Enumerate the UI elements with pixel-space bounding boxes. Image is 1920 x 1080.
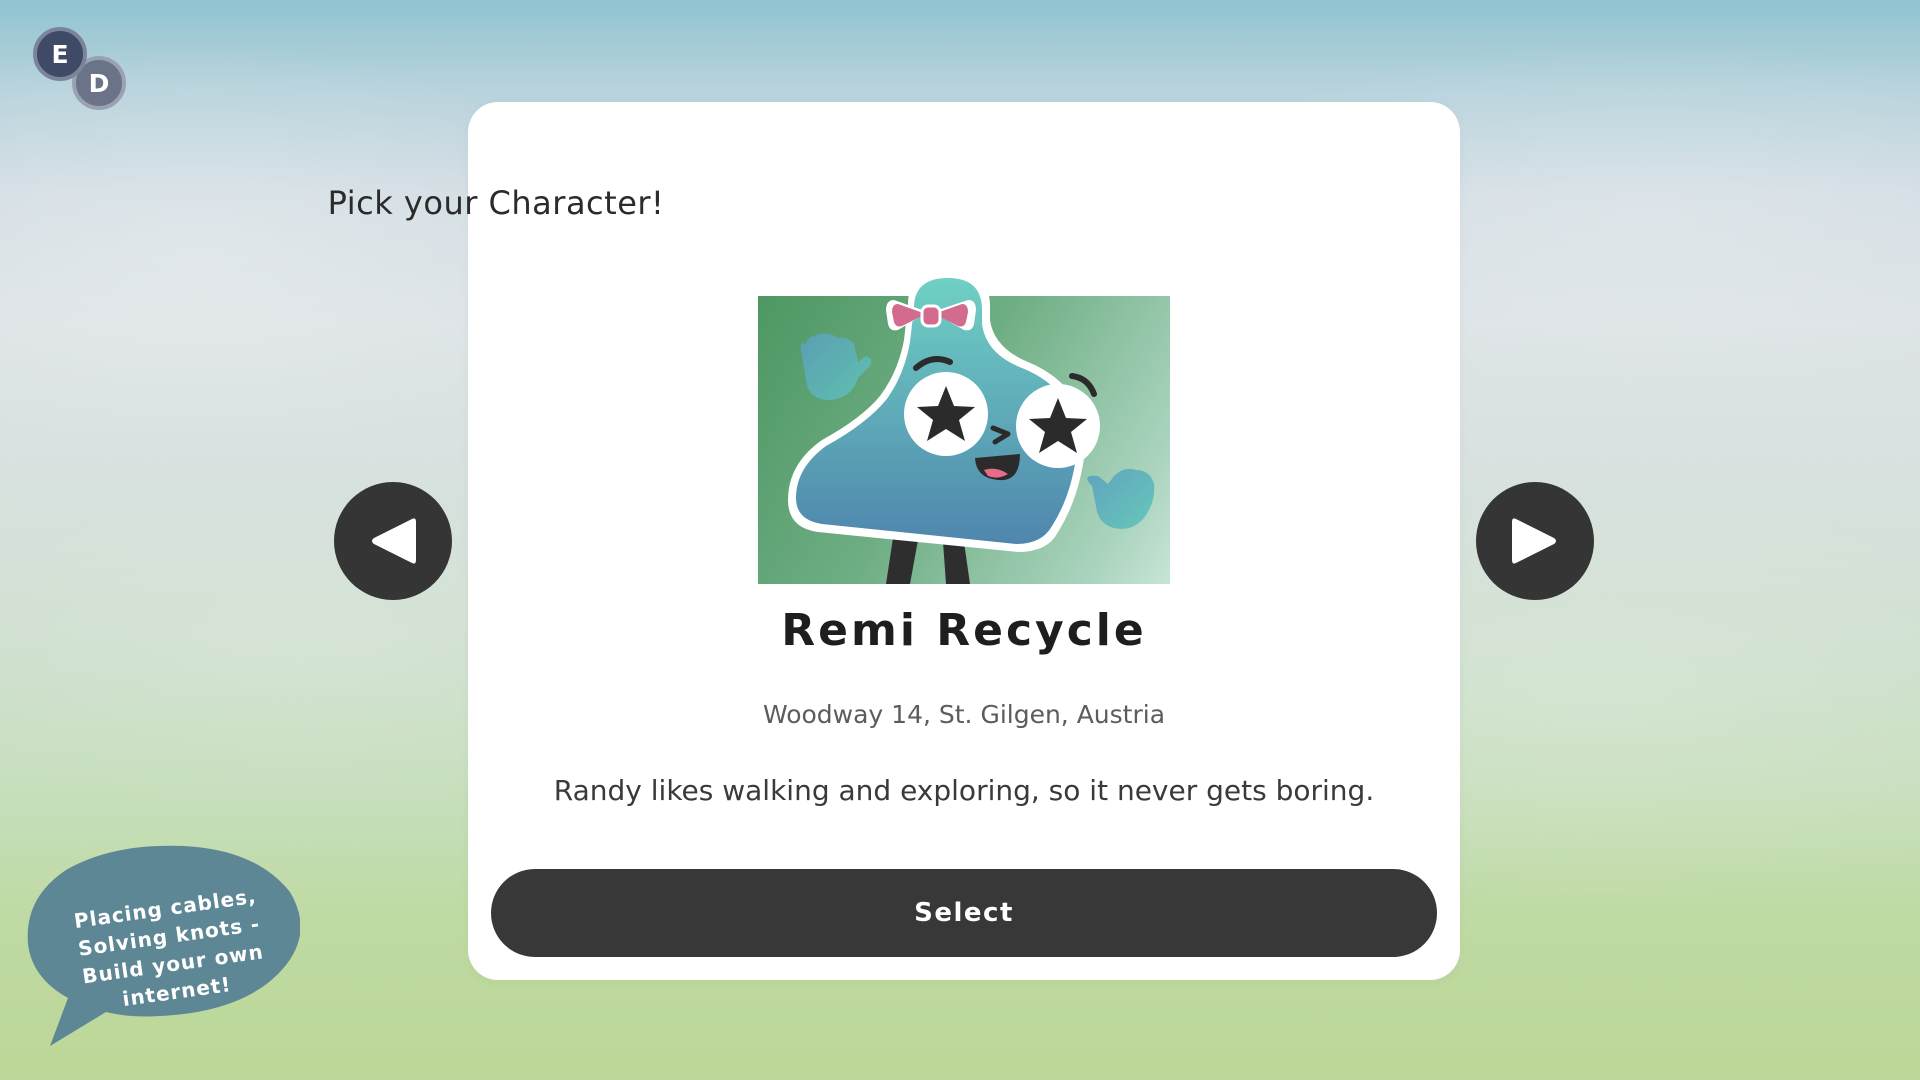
language-option-active[interactable]: E	[33, 27, 87, 81]
character-name: Remi Recycle	[781, 605, 1147, 656]
language-switcher: D E	[33, 27, 133, 119]
select-button[interactable]: Select	[491, 869, 1437, 957]
right-hand	[1087, 468, 1155, 529]
previous-character-button[interactable]	[334, 482, 452, 600]
play-left-icon	[372, 518, 416, 564]
next-character-button[interactable]	[1476, 482, 1594, 600]
page-title: Pick your Character!	[327, 184, 665, 222]
play-right-icon	[1512, 518, 1556, 564]
speech-bubble: Placing cables, Solving knots - Build yo…	[20, 840, 301, 1050]
character-address: Woodway 14, St. Gilgen, Austria	[762, 700, 1166, 729]
character-description: Randy likes walking and exploring, so it…	[553, 774, 1375, 807]
character-portrait	[758, 270, 1170, 584]
pink-bow	[886, 300, 976, 331]
character-illustration	[788, 270, 1155, 584]
left-hand	[800, 333, 872, 400]
